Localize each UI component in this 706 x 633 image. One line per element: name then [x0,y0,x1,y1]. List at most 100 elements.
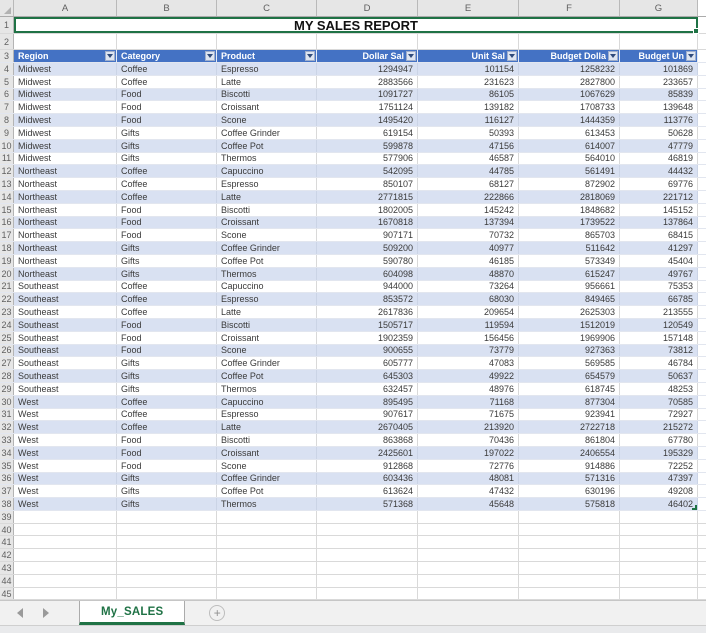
table-cell[interactable]: Thermos [217,152,317,165]
select-all-corner[interactable] [0,0,14,16]
table-cell[interactable]: 1802005 [317,203,418,216]
empty-cell[interactable] [418,536,519,549]
table-cell[interactable]: Coffee [117,421,217,434]
table-cell[interactable]: 573349 [519,254,620,267]
table-cell[interactable]: Biscotti [217,203,317,216]
table-cell[interactable]: West [14,459,117,472]
table-cell[interactable]: 645303 [317,370,418,382]
table-cell[interactable]: 44432 [620,165,698,178]
table-cell[interactable]: 116127 [418,114,519,126]
table-cell[interactable]: 70436 [418,434,519,446]
table-cell[interactable]: Coffee [117,190,217,203]
table-cell[interactable]: 564010 [519,152,620,165]
empty-cell[interactable] [117,587,217,600]
table-cell[interactable]: Midwest [14,63,117,75]
table-cell[interactable]: Gifts [117,382,217,395]
table-cell[interactable]: Coffee [117,293,217,306]
empty-cell[interactable] [620,549,698,562]
table-cell[interactable]: Gifts [117,242,217,254]
table-cell[interactable]: 956661 [519,280,620,293]
empty-cell[interactable] [620,536,698,549]
filter-button[interactable] [406,51,416,61]
table-cell[interactable]: 2625303 [519,306,620,318]
table-cell[interactable]: Midwest [14,152,117,165]
empty-cell[interactable] [217,536,317,549]
row-number[interactable]: 29 [0,382,14,395]
table-cell[interactable]: 613453 [519,126,620,139]
table-cell[interactable]: 1708733 [519,101,620,114]
table-cell[interactable]: Food [117,459,217,472]
row-number[interactable]: 4 [0,63,14,75]
table-cell[interactable]: Southeast [14,344,117,357]
empty-cell[interactable] [620,574,698,587]
column-header-G[interactable]: G [620,0,698,16]
table-cell[interactable]: Latte [217,306,317,318]
table-cell[interactable]: 157148 [620,331,698,344]
table-cell[interactable]: 145152 [620,203,698,216]
table-cell[interactable]: Espresso [217,408,317,421]
table-cell[interactable]: Gifts [117,485,217,498]
table-cell[interactable]: Midwest [14,139,117,152]
table-cell[interactable]: 571368 [317,498,418,510]
table-cell[interactable]: Coffee [117,306,217,318]
table-cell[interactable]: Gifts [117,472,217,485]
empty-cell[interactable] [317,510,418,523]
table-cell[interactable]: 47083 [418,357,519,370]
table-cell[interactable]: 865703 [519,229,620,242]
table-cell[interactable]: Gifts [117,357,217,370]
table-cell[interactable]: 49767 [620,267,698,280]
table-cell[interactable]: Espresso [217,293,317,306]
table-cell[interactable]: 119594 [418,318,519,331]
table-cell[interactable]: Biscotti [217,318,317,331]
table-cell[interactable]: Gifts [117,254,217,267]
table-cell[interactable]: 1091727 [317,88,418,101]
table-cell[interactable]: Food [117,229,217,242]
empty-cell[interactable] [14,549,117,562]
table-cell[interactable]: 68415 [620,229,698,242]
table-cell[interactable]: 86105 [418,88,519,101]
table-cell[interactable]: Coffee Grinder [217,242,317,254]
row-number[interactable]: 24 [0,318,14,331]
column-header-E[interactable]: E [418,0,519,16]
empty-cell[interactable] [519,34,620,49]
row-number[interactable]: 26 [0,344,14,357]
table-cell[interactable]: Scone [217,459,317,472]
table-cell[interactable]: 613624 [317,485,418,498]
row-number[interactable]: 15 [0,203,14,216]
empty-cell[interactable] [620,562,698,574]
table-cell[interactable]: 49208 [620,485,698,498]
table-cell[interactable]: Thermos [217,382,317,395]
empty-cell[interactable] [14,574,117,587]
table-cell[interactable]: 1067629 [519,88,620,101]
table-cell[interactable]: Food [117,216,217,229]
table-cell[interactable]: Food [117,203,217,216]
table-cell[interactable]: 1670818 [317,216,418,229]
table-cell[interactable]: 2406554 [519,446,620,459]
filter-button[interactable] [507,51,517,61]
filter-button[interactable] [305,51,315,61]
empty-cell[interactable] [418,34,519,49]
row-number[interactable]: 35 [0,459,14,472]
row-number[interactable]: 9 [0,126,14,139]
table-cell[interactable]: 2617836 [317,306,418,318]
table-cell[interactable]: 2818069 [519,190,620,203]
row-number[interactable]: 7 [0,101,14,114]
table-cell[interactable]: 137394 [418,216,519,229]
table-cell[interactable]: 139648 [620,101,698,114]
row-number[interactable]: 10 [0,139,14,152]
table-cell[interactable]: 215272 [620,421,698,434]
empty-cell[interactable] [317,574,418,587]
table-cell[interactable]: 231623 [418,75,519,88]
row-number[interactable]: 12 [0,165,14,178]
empty-cell[interactable] [620,510,698,523]
table-cell[interactable]: West [14,434,117,446]
table-cell[interactable]: 70732 [418,229,519,242]
table-cell[interactable]: 2722718 [519,421,620,434]
row-number[interactable]: 38 [0,498,14,510]
empty-cell[interactable] [317,549,418,562]
table-cell[interactable]: Coffee [117,165,217,178]
table-cell[interactable]: 1294947 [317,63,418,75]
table-cell[interactable]: Coffee Pot [217,485,317,498]
table-cell[interactable]: 209654 [418,306,519,318]
table-cell[interactable]: 561491 [519,165,620,178]
